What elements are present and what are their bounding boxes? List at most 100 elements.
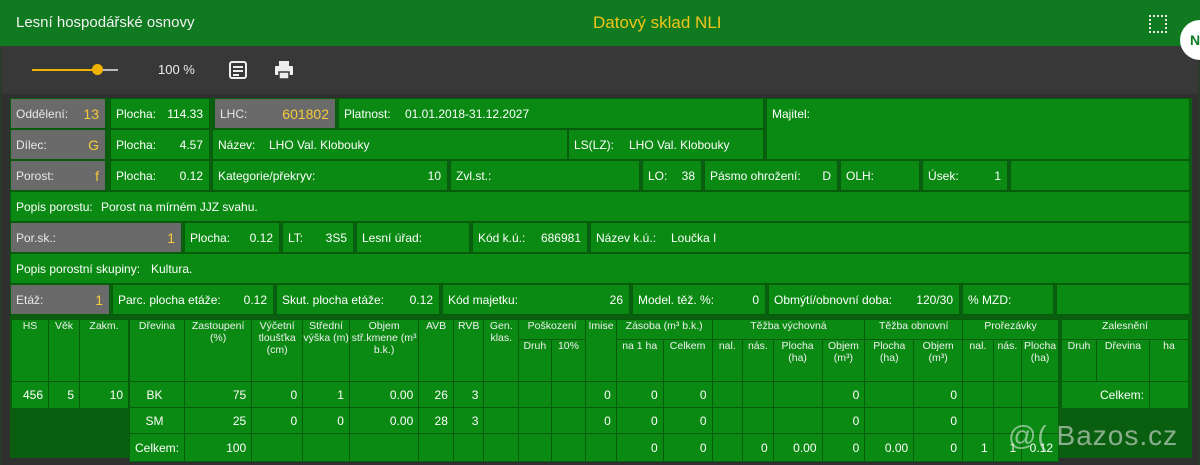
fullscreen-icon[interactable] xyxy=(1149,15,1167,33)
plocha-label: Plocha: xyxy=(190,230,231,245)
obj-cell: 0.00 xyxy=(348,407,420,434)
lhc-label: LHC: xyxy=(220,106,248,121)
zoom-label: 100 % xyxy=(158,62,195,77)
kategorie-field: Kategorie/překryv: 10 xyxy=(212,160,448,191)
dilec-label: Dílec: xyxy=(16,137,47,152)
rvb-cell: 3 xyxy=(452,407,485,434)
na1ha-cell: 0 xyxy=(615,407,664,434)
pasmo-field: Pásmo ohrožení: D xyxy=(704,160,838,191)
kod-ku-field: Kód k.ú.: 686981 xyxy=(472,222,588,253)
table-row: SM 25 0 0 0.00 28 3 0 0 0 0 0 xyxy=(129,407,1059,434)
detail-dialog: 100 % Oddělení: 13 Plocha: 114.33 LHC: 6… xyxy=(2,46,1198,465)
platnost-label: Platnost: xyxy=(344,106,391,121)
total-to-plocha: 0.00 xyxy=(864,433,915,462)
poskozeni-header: Poškození xyxy=(518,319,587,340)
zalesneni-table: Zalesnění Druh Dřevina ha Celkem: xyxy=(1061,319,1189,409)
vek-value: 5 xyxy=(48,381,80,409)
zal-drevina-header: Dřevina xyxy=(1096,339,1150,382)
dialog-toolbar: 100 % xyxy=(2,46,1198,94)
total-row: Celkem: 100 0 0 0 0.00 0 0.00 0 1 1 0.12 xyxy=(129,433,1059,462)
watermark: @( Bazos.cz xyxy=(1008,420,1179,451)
avb-header: AVB xyxy=(418,319,454,382)
popis-skupiny-value: Kultura. xyxy=(151,261,193,276)
avb-cell: 28 xyxy=(418,407,454,434)
tezba-obnovni-header: Těžba obnovní xyxy=(864,319,964,340)
zoom-slider-thumb[interactable] xyxy=(92,64,103,75)
popis-skupiny-field: Popis porostní skupiny: Kultura. xyxy=(10,253,1190,284)
zasoba-header: Zásoba (m³ b.k.) xyxy=(615,319,713,340)
porsk-field: Por.sk.: 1 xyxy=(10,222,182,253)
lo-label: LO: xyxy=(648,168,668,183)
to-objem-header: Objem (m³) xyxy=(913,339,964,382)
zal-druh-header: Druh xyxy=(1061,339,1097,382)
model-tez-field: Model. těž. %: 0 xyxy=(632,284,766,315)
gen-header: Gen. klas. xyxy=(483,319,520,382)
obmyti-value: 120/30 xyxy=(916,292,953,307)
nazev-label: Název: xyxy=(218,137,256,152)
notes-icon[interactable] xyxy=(228,60,248,80)
imise-cell: 0 xyxy=(585,407,617,434)
usek-value: 1 xyxy=(994,168,1001,183)
platnost-value: 01.01.2018-31.12.2027 xyxy=(405,106,530,121)
zal-total-value xyxy=(1149,381,1189,409)
model-tez-value: 0 xyxy=(752,292,759,307)
zoom-slider-fill xyxy=(32,69,97,71)
pr-nal-header: nal. xyxy=(962,339,994,382)
tl-cell: 0 xyxy=(251,407,304,434)
zalesneni-header: Zalesnění xyxy=(1061,319,1189,340)
porsk-value: 1 xyxy=(167,229,175,246)
drevina-header: Dřevina xyxy=(129,319,185,382)
lo-value: 38 xyxy=(681,168,695,183)
parc-plocha-value: 0.12 xyxy=(243,292,267,307)
lesni-urad-field: Lesní úřad: xyxy=(356,222,470,253)
etaz-field: Etáž: 1 xyxy=(10,284,110,315)
kategorie-label: Kategorie/překryv: xyxy=(218,168,316,183)
mzd-label: % MZD: xyxy=(968,292,1012,307)
deset-pct-header: 10% xyxy=(550,339,587,382)
etaz-value: 1 xyxy=(95,291,103,308)
total-to-objem: 0 xyxy=(913,433,964,462)
lhc-field: LHC: 601802 xyxy=(214,98,336,129)
hs-value: 456 xyxy=(11,381,49,409)
parc-plocha-label: Parc. plocha etáže: xyxy=(118,292,221,307)
na1ha-header: na 1 ha xyxy=(615,339,664,382)
tl-cell: 0 xyxy=(251,381,304,408)
drevina-cell: SM xyxy=(129,407,185,434)
oddeleni-value: 13 xyxy=(83,105,99,122)
print-icon[interactable] xyxy=(274,60,294,80)
empty-field xyxy=(1056,284,1190,315)
nazev-field: Název: LHO Val. Klobouky xyxy=(212,129,568,160)
obmyti-label: Obmýtí/obnovní doba: xyxy=(774,292,893,307)
olh-label: OLH: xyxy=(846,168,875,183)
to-plocha-header: Plocha (ha) xyxy=(864,339,915,382)
pr-plocha-header: Plocha (ha) xyxy=(1021,339,1059,382)
porost-value: f xyxy=(95,167,99,184)
rvb-cell: 3 xyxy=(452,381,485,408)
platnost-field: Platnost: 01.01.2018-31.12.2027 xyxy=(338,98,764,129)
mzd-field: % MZD: xyxy=(962,284,1054,315)
plocha-porost-field: Plocha: 0.12 xyxy=(110,160,210,191)
total-pr-nal: 1 xyxy=(962,433,994,462)
plocha-value: 114.33 xyxy=(167,106,203,121)
zast-cell: 25 xyxy=(183,407,253,434)
total-na1ha: 0 xyxy=(615,433,664,462)
stredni-header: Střední výška (m) xyxy=(302,319,350,382)
usek-field: Úsek: 1 xyxy=(922,160,1008,191)
oddeleni-label: Oddělení: xyxy=(16,106,69,121)
skut-plocha-field: Skut. plocha etáže: 0.12 xyxy=(276,284,440,315)
imise-header: Imise xyxy=(585,319,617,382)
parc-plocha-field: Parc. plocha etáže: 0.12 xyxy=(112,284,274,315)
zast-cell: 75 xyxy=(183,381,253,408)
tv-nal-header: nal. xyxy=(711,339,744,382)
kod-majetku-value: 26 xyxy=(609,292,623,307)
table-row: BK 75 0 1 0.00 26 3 0 0 0 0 0 xyxy=(129,381,1059,408)
kod-ku-label: Kód k.ú.: xyxy=(478,230,526,245)
total-celkem: 0 xyxy=(662,433,713,462)
zvlst-field: Zvl.st.: xyxy=(450,160,640,191)
dilec-value: G xyxy=(88,136,99,153)
pasmo-value: D xyxy=(822,168,831,183)
porost-label: Porost: xyxy=(16,168,55,183)
obj-cell: 0.00 xyxy=(348,381,420,408)
oddeleni-field: Oddělení: 13 xyxy=(10,98,106,129)
to-objem-cell: 0 xyxy=(913,407,964,434)
